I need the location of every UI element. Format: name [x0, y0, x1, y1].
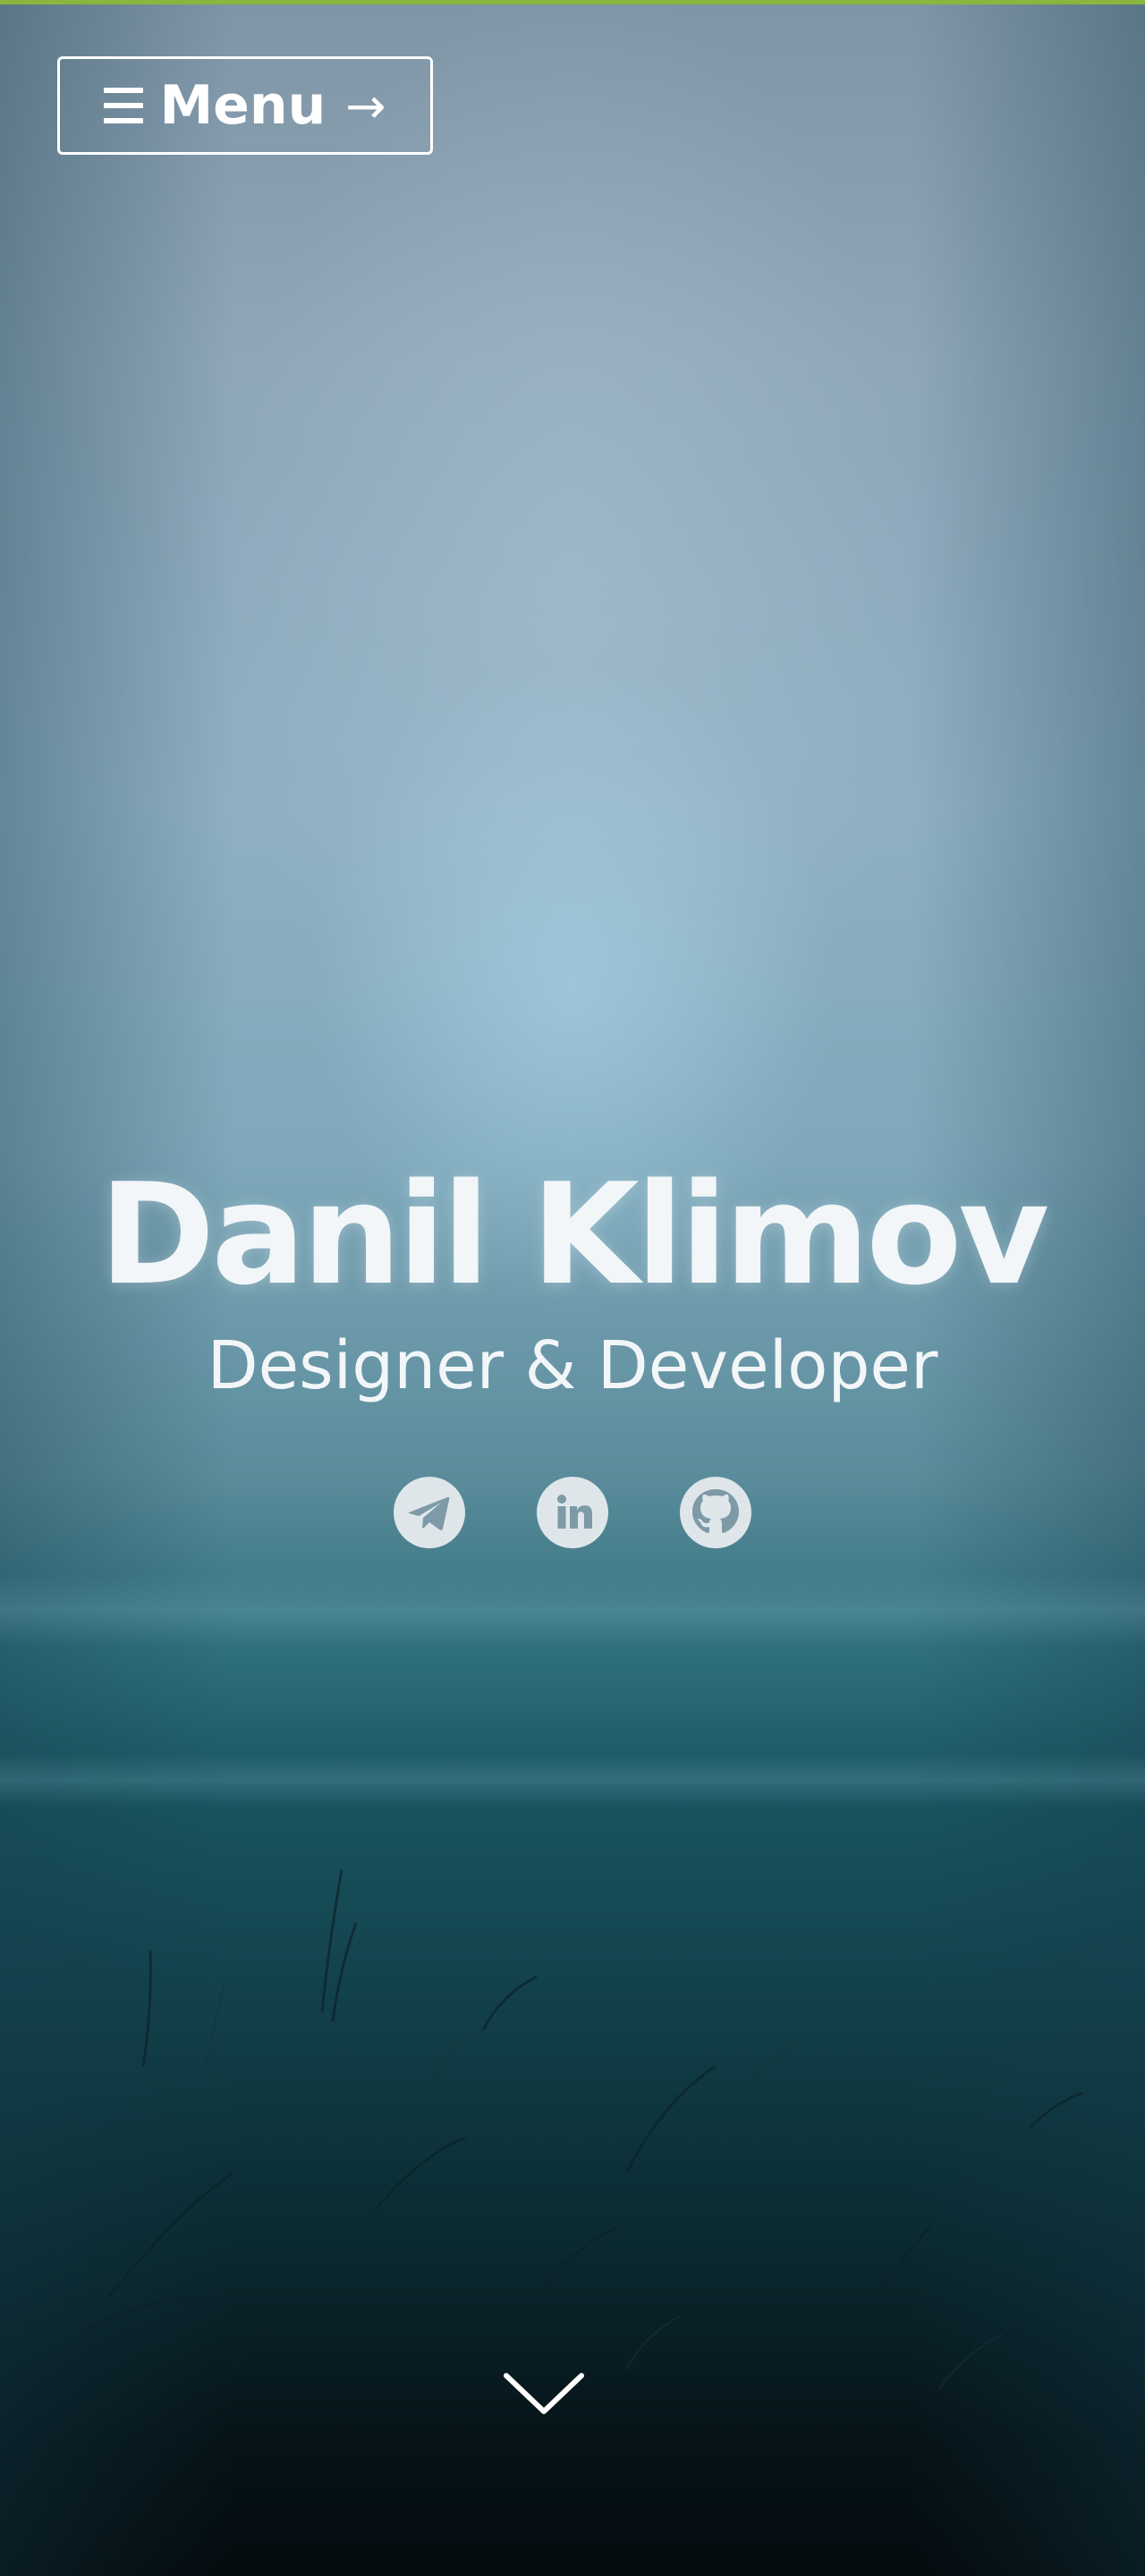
arrow-right-icon: →: [345, 77, 386, 134]
top-accent-bar: [0, 0, 1145, 4]
grass-silhouette: [53, 1868, 1083, 2389]
chevron-down-icon[interactable]: [501, 2361, 587, 2424]
github-link[interactable]: [680, 1477, 751, 1548]
linkedin-icon: [557, 1495, 592, 1529]
page-subtitle: Designer & Developer: [207, 1327, 938, 1404]
linkedin-link[interactable]: [537, 1477, 608, 1548]
menu-button[interactable]: Menu →: [57, 56, 433, 155]
menu-label: Menu: [159, 74, 327, 137]
telegram-icon: [408, 1496, 450, 1530]
telegram-link[interactable]: [394, 1477, 465, 1548]
hamburger-icon: [104, 88, 144, 123]
fog-band: [0, 1753, 1145, 1807]
github-icon: [692, 1489, 739, 1533]
page-title: Danil Klimov: [98, 1153, 1049, 1316]
social-links: [0, 1477, 1145, 1548]
fog-band: [0, 1574, 1145, 1646]
